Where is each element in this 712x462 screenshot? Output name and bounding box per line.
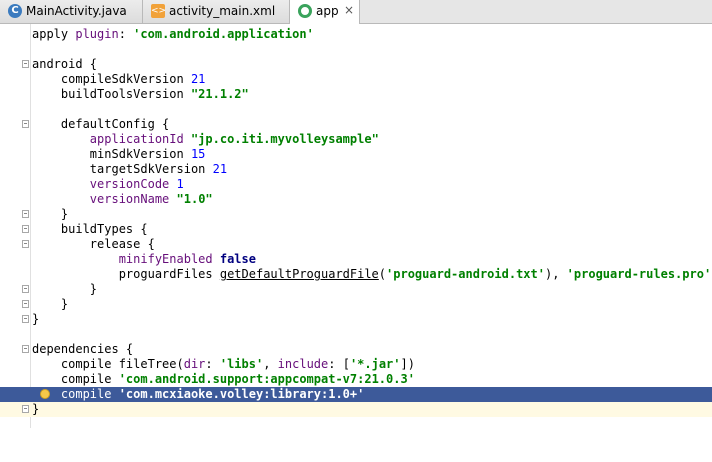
- code-line-12: versionName "1.0": [89, 192, 213, 206]
- code-line-3: android {: [0, 57, 712, 72]
- code-line-11: versionCode 1: [89, 177, 184, 191]
- fold-marker[interactable]: [22, 285, 29, 293]
- code-line-20: }: [0, 312, 712, 327]
- tab-activity-main-xml[interactable]: <> activity_main.xml: [143, 0, 290, 23]
- code-line-17: proguardFiles getDefaultProguardFile('pr…: [32, 267, 712, 281]
- tab-label: app: [316, 4, 339, 18]
- code-line-23: compile fileTree(dir: 'libs', include: […: [32, 357, 415, 371]
- code-line-10: targetSdkVersion 21: [32, 162, 228, 176]
- tab-label: MainActivity.java: [26, 4, 127, 18]
- tab-label: activity_main.xml: [169, 4, 276, 18]
- code-line-16: minifyEnabled false: [118, 252, 256, 266]
- fold-marker[interactable]: [22, 120, 29, 128]
- tab-app[interactable]: app ×: [290, 0, 360, 24]
- code-line-22: dependencies {: [0, 342, 712, 357]
- code-line-26: }: [0, 402, 712, 417]
- code-line-1: apply plugin: 'com.android.application': [32, 27, 314, 41]
- java-class-icon: C: [8, 4, 22, 18]
- code-line-7: defaultConfig {: [0, 117, 712, 132]
- fold-marker[interactable]: [22, 225, 29, 233]
- close-tab-icon[interactable]: ×: [344, 3, 354, 17]
- code-line-4: compileSdkVersion 21: [32, 72, 206, 86]
- code-line-14: buildTypes {: [0, 222, 712, 237]
- fold-marker[interactable]: [22, 300, 29, 308]
- fold-marker[interactable]: [22, 60, 29, 68]
- xml-file-icon: <>: [151, 4, 167, 18]
- code-line-19: }: [0, 297, 712, 312]
- fold-marker[interactable]: [22, 405, 29, 413]
- fold-marker[interactable]: [22, 315, 29, 323]
- code-line-13: }: [0, 207, 712, 222]
- fold-marker[interactable]: [22, 210, 29, 218]
- code-line-24: compile 'com.android.support:appcompat-v…: [32, 372, 415, 386]
- code-line-18: }: [0, 282, 712, 297]
- editor-tab-bar: C MainActivity.java <> activity_main.xml…: [0, 0, 712, 24]
- code-line-25-selected: compile 'com.mcxiaoke.volley:library:1.0…: [0, 387, 712, 402]
- code-line-8: applicationId "jp.co.iti.myvolleysample": [89, 132, 379, 146]
- fold-marker[interactable]: [22, 240, 29, 248]
- code-editor[interactable]: apply plugin: 'com.android.application' …: [0, 24, 712, 428]
- fold-marker[interactable]: [22, 345, 29, 353]
- code-line-9: minSdkVersion 15: [32, 147, 206, 161]
- tab-mainactivity-java[interactable]: C MainActivity.java: [0, 0, 143, 23]
- code-line-15: release {: [0, 237, 712, 252]
- code-line-5: buildToolsVersion "21.1.2": [32, 87, 249, 101]
- gradle-module-icon: [298, 4, 312, 18]
